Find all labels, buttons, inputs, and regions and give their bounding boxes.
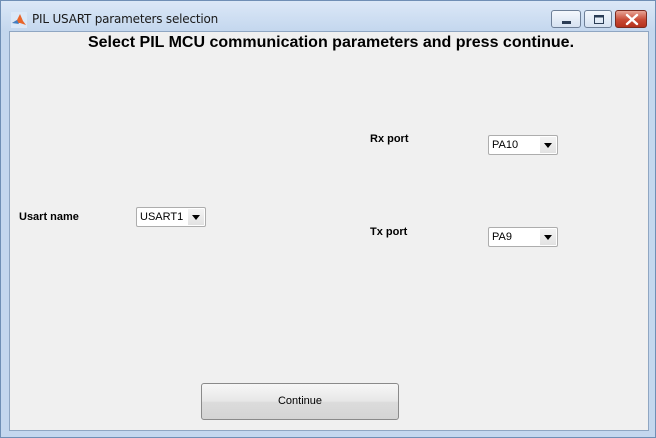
chevron-down-icon[interactable] <box>188 209 204 225</box>
window-title: PIL USART parameters selection <box>32 12 219 26</box>
chevron-down-icon[interactable] <box>540 229 556 245</box>
chevron-down-icon[interactable] <box>540 137 556 153</box>
restore-icon <box>594 15 604 24</box>
maximize-button[interactable] <box>584 10 612 28</box>
usart-name-label: Usart name <box>19 211 79 223</box>
rx-port-label: Rx port <box>370 133 409 145</box>
page-title: Select PIL MCU communication parameters … <box>87 34 575 51</box>
dialog-content: Select PIL MCU communication parameters … <box>9 31 649 431</box>
rx-port-value: PA10 <box>492 139 519 151</box>
minimize-button[interactable] <box>551 10 581 28</box>
usart-name-select[interactable]: USART1 <box>136 207 206 227</box>
continue-button[interactable]: Continue <box>201 383 399 420</box>
dialog-window: PIL USART parameters selection Select PI… <box>0 0 656 438</box>
matlab-icon <box>11 12 27 28</box>
tx-port-label: Tx port <box>370 226 408 238</box>
tx-port-select[interactable]: PA9 <box>488 227 558 247</box>
close-icon <box>625 13 639 26</box>
usart-name-value: USART1 <box>140 211 184 223</box>
close-button[interactable] <box>615 10 647 28</box>
minimize-icon <box>562 21 571 24</box>
rx-port-select[interactable]: PA10 <box>488 135 558 155</box>
title-bar[interactable]: PIL USART parameters selection <box>1 1 655 31</box>
tx-port-value: PA9 <box>492 231 512 243</box>
